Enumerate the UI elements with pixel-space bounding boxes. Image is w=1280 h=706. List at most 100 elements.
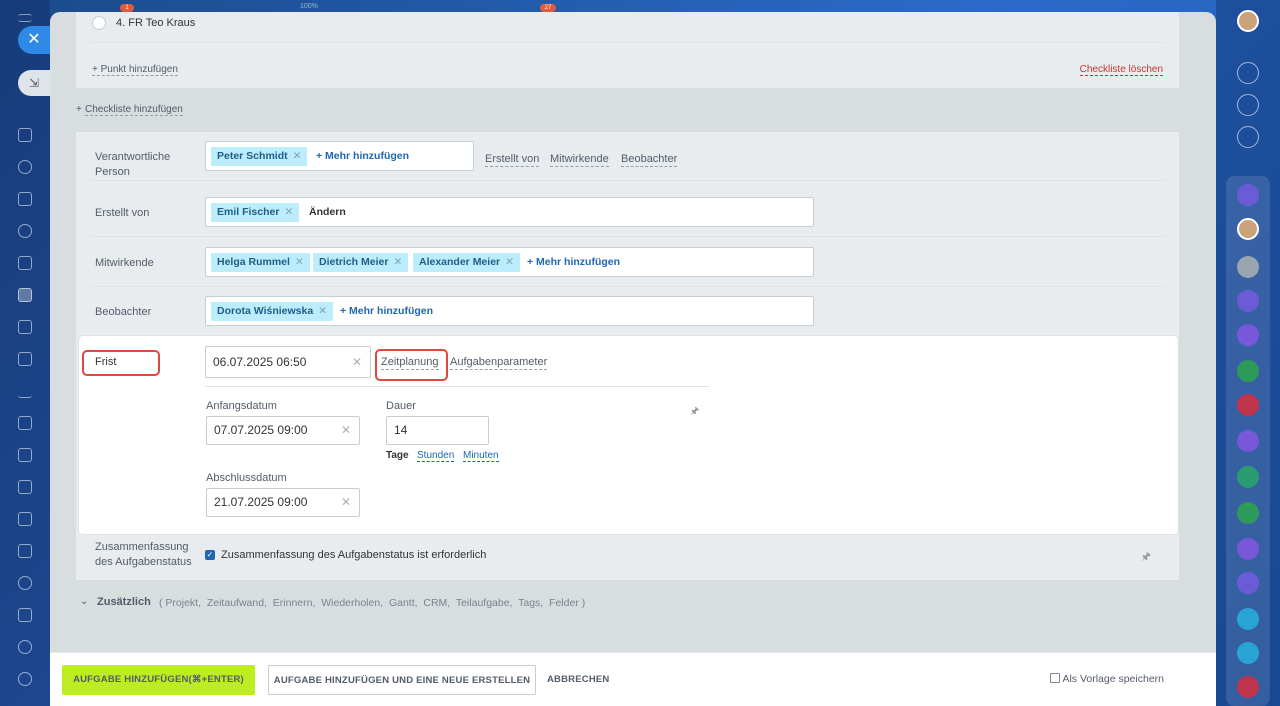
add-task-button[interactable]: AUFGABE HINZUFÜGEN(⌘+ENTER): [62, 665, 255, 695]
menu-icon[interactable]: [18, 14, 32, 22]
radar-icon[interactable]: [1237, 94, 1259, 116]
close-button[interactable]: ✕: [18, 26, 50, 54]
remove-icon[interactable]: ✕: [393, 256, 402, 268]
chat-avatar[interactable]: [1237, 608, 1259, 630]
chat-avatar[interactable]: [1237, 466, 1259, 488]
chat-avatar[interactable]: [1237, 184, 1259, 206]
card-icon[interactable]: [18, 480, 32, 494]
tab-creator[interactable]: Erstellt von: [485, 153, 540, 167]
remove-icon[interactable]: ✕: [505, 256, 514, 268]
checklist-item[interactable]: 4. FR Teo Kraus: [116, 17, 195, 29]
observer-chip[interactable]: Dorota Wiśniewska ✕: [211, 302, 333, 321]
creator-field[interactable]: Emil Fischer ✕ Ändern: [205, 197, 814, 227]
deadline-input[interactable]: 06.07.2025 06:50 ✕: [205, 346, 371, 378]
summary-checkbox[interactable]: ✓: [205, 550, 215, 560]
unit-minutes[interactable]: Minuten: [463, 450, 499, 462]
pin-icon[interactable]: 🖈: [1141, 548, 1151, 567]
edit-icon[interactable]: [18, 608, 32, 622]
add-more-link[interactable]: + Mehr hinzufügen: [527, 253, 620, 272]
add-and-create-new-button[interactable]: AUFGABE HINZUFÜGEN UND EINE NEUE ERSTELL…: [268, 665, 536, 695]
tab-participants[interactable]: Mitwirkende: [550, 153, 609, 167]
tab-observers[interactable]: Beobachter: [621, 153, 678, 167]
cart-icon[interactable]: [18, 416, 32, 430]
clear-icon[interactable]: ✕: [352, 347, 362, 377]
add-more-link[interactable]: + Mehr hinzufügen: [316, 147, 409, 166]
participant-chip[interactable]: Alexander Meier ✕: [413, 253, 520, 272]
chat-avatar[interactable]: [1237, 430, 1259, 452]
remove-icon[interactable]: ✕: [284, 206, 293, 218]
settings-icon[interactable]: [18, 672, 32, 686]
remove-icon[interactable]: ✕: [318, 305, 327, 317]
schedule-icon[interactable]: [18, 512, 32, 526]
tab-scheduling[interactable]: Zeitplanung: [381, 356, 439, 370]
calendar-icon[interactable]: [18, 192, 32, 206]
responsible-field[interactable]: Peter Schmidt ✕ + Mehr hinzufügen: [205, 141, 474, 171]
support-icon[interactable]: [18, 640, 32, 654]
duration-input[interactable]: 14: [386, 416, 489, 445]
unit-days[interactable]: Tage: [386, 450, 409, 461]
participant-chip[interactable]: Dietrich Meier ✕: [313, 253, 409, 272]
chat-avatar[interactable]: [1237, 256, 1259, 278]
responsible-chip[interactable]: Peter Schmidt ✕: [211, 147, 308, 166]
bell-icon[interactable]: [1237, 62, 1259, 84]
feed-icon[interactable]: [18, 128, 32, 142]
chat-avatar[interactable]: [1237, 538, 1259, 560]
unit-hours[interactable]: Stunden: [417, 450, 455, 462]
chat-avatar[interactable]: [1237, 324, 1259, 346]
additional-title[interactable]: Zusätzlich: [97, 596, 151, 608]
cancel-button[interactable]: ABBRECHEN: [547, 665, 609, 695]
groups-icon[interactable]: [18, 224, 32, 238]
analytics-icon[interactable]: [18, 384, 32, 398]
remove-icon[interactable]: ✕: [295, 256, 304, 268]
additional-items[interactable]: ( Projekt, Zeitaufwand, Erinnern, Wieder…: [159, 597, 585, 609]
drive-icon[interactable]: [18, 320, 32, 334]
participants-field[interactable]: Helga Rummel ✕ Dietrich Meier ✕ Alexander …: [205, 247, 814, 277]
change-link[interactable]: Ändern: [309, 203, 346, 222]
notification-badge: 27: [540, 4, 556, 12]
checklist-item-checkbox[interactable]: [92, 16, 106, 30]
summary-checkbox-label[interactable]: Zusammenfassung des Aufgabenstatus ist e…: [221, 549, 486, 561]
monitor-icon[interactable]: [18, 352, 32, 366]
add-checklist-link[interactable]: Checkliste hinzufügen: [85, 104, 183, 116]
end-date-input[interactable]: 21.07.2025 09:00 ✕: [206, 488, 360, 517]
pin-icon[interactable]: 🖈: [690, 404, 699, 421]
lock-icon[interactable]: [1237, 394, 1259, 416]
lock-icon[interactable]: [1237, 502, 1259, 524]
document-icon[interactable]: [18, 256, 32, 270]
add-item-link[interactable]: + Punkt hinzufügen: [92, 64, 178, 76]
deadline-label: Frist: [95, 356, 117, 368]
chat-avatar[interactable]: [1237, 642, 1259, 664]
creator-chip[interactable]: Emil Fischer ✕: [211, 203, 300, 222]
lock-icon[interactable]: [1237, 360, 1259, 382]
remove-icon[interactable]: ✕: [293, 150, 302, 162]
chat-avatar[interactable]: [1237, 218, 1259, 240]
tab-task-parameters[interactable]: Aufgabenparameter: [450, 356, 548, 370]
robot-icon[interactable]: [18, 544, 32, 558]
start-date-input[interactable]: 07.07.2025 09:00 ✕: [206, 416, 360, 445]
filter-icon[interactable]: [18, 448, 32, 462]
save-template-checkbox[interactable]: Als Vorlage speichern: [1050, 673, 1164, 685]
collapse-button[interactable]: ⇲: [18, 70, 50, 96]
target-icon[interactable]: [18, 576, 32, 590]
delete-checklist-link[interactable]: Checkliste löschen: [1079, 64, 1163, 76]
chat-icon[interactable]: [18, 160, 32, 174]
user-avatar[interactable]: [1237, 10, 1259, 32]
clear-icon[interactable]: ✕: [341, 489, 351, 516]
add-more-link[interactable]: + Mehr hinzufügen: [340, 302, 433, 321]
summary-label: Zusammenfassung des Aufgabenstatus: [95, 541, 192, 568]
chat-avatar[interactable]: [1237, 290, 1259, 312]
observers-field[interactable]: Dorota Wiśniewska ✕ + Mehr hinzufügen: [205, 296, 814, 326]
dialog-footer: AUFGABE HINZUFÜGEN(⌘+ENTER) AUFGABE HINZ…: [50, 652, 1216, 706]
clear-icon[interactable]: ✕: [341, 417, 351, 444]
task-dialog: 4. FR Teo Kraus + Punkt hinzufügen Check…: [50, 12, 1216, 706]
participant-chip[interactable]: Helga Rummel ✕: [211, 253, 310, 272]
chevron-down-icon[interactable]: ⌄: [80, 596, 88, 607]
search-icon[interactable]: [1237, 126, 1259, 148]
lock-icon[interactable]: [1237, 676, 1259, 698]
creator-label: Erstellt von: [95, 207, 150, 219]
chat-avatar[interactable]: [1237, 572, 1259, 594]
minimize-icon: ⇲: [28, 76, 40, 90]
tasks-icon[interactable]: [18, 288, 32, 302]
divider: [90, 236, 1165, 237]
checkbox-icon[interactable]: [1050, 673, 1061, 683]
